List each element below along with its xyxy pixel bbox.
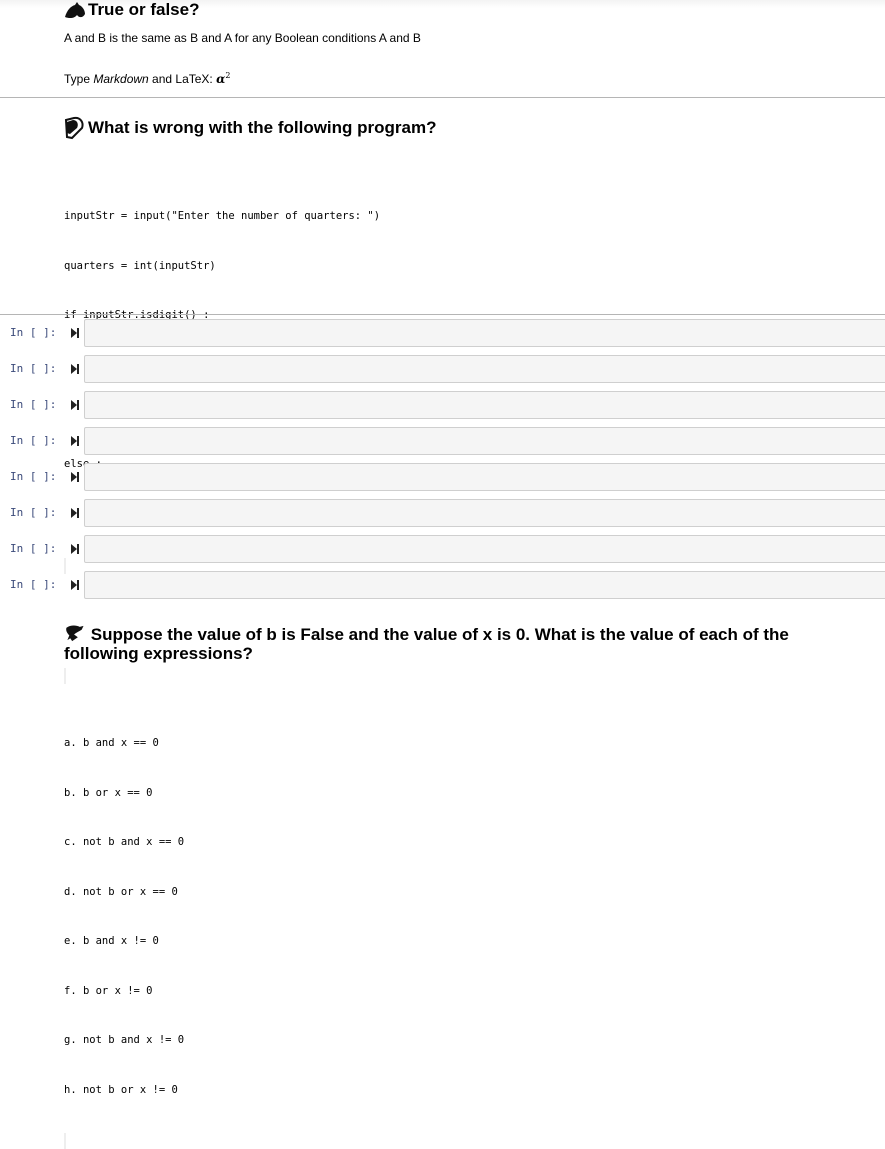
dragon-icon — [66, 625, 84, 642]
markdown-cell-expressions[interactable]: Suppose the value of b is False and the … — [64, 624, 854, 1149]
code-input[interactable] — [84, 391, 885, 419]
expression-item: f. b or x != 0 — [64, 984, 153, 997]
code-input[interactable] — [84, 463, 885, 491]
input-prompt: In [ ]: — [10, 326, 57, 339]
text-cursor — [64, 668, 66, 684]
run-cell-icon[interactable] — [70, 399, 80, 411]
code-input[interactable] — [84, 319, 885, 347]
code-input[interactable] — [84, 427, 885, 455]
input-prompt: In [ ]: — [10, 578, 57, 591]
statement-text: A and B is the same as B and A for any B… — [64, 31, 421, 45]
input-prompt: In [ ]: — [10, 434, 57, 447]
code-cell[interactable]: In [ ]: — [0, 391, 885, 419]
code-input[interactable] — [84, 571, 885, 599]
expressions-list: a. b and x == 0 b. b or x == 0 c. not b … — [64, 702, 854, 1131]
code-cell[interactable]: In [ ]: — [0, 427, 885, 455]
cell-separator — [0, 97, 885, 98]
expression-item: e. b and x != 0 — [64, 935, 159, 947]
run-cell-icon[interactable] — [70, 435, 80, 447]
input-prompt: In [ ]: — [10, 506, 57, 519]
code-input[interactable] — [84, 535, 885, 563]
heading-program-question: What is wrong with the following program… — [64, 116, 436, 140]
code-cell[interactable]: In [ ]: — [0, 319, 885, 347]
expression-item: a. b and x == 0 — [64, 737, 159, 749]
run-cell-icon[interactable] — [70, 579, 80, 591]
markdown-cell-true-false[interactable]: True or false? A and B is the same as B … — [64, 0, 421, 86]
input-prompt: In [ ]: — [10, 470, 57, 483]
heading-expressions-question: Suppose the value of b is False and the … — [64, 625, 789, 663]
math-alpha-squared: α2 — [216, 71, 231, 86]
expression-item: h. not b or x != 0 — [64, 1083, 178, 1096]
pen-nib-icon — [64, 116, 84, 140]
code-input[interactable] — [84, 355, 885, 383]
expression-item: d. not b or x == 0 — [64, 885, 178, 898]
input-prompt: In [ ]: — [10, 398, 57, 411]
code-cell[interactable]: In [ ]: — [0, 571, 885, 599]
expression-item: c. not b and x == 0 — [64, 836, 185, 848]
code-line: quarters = int(inputStr) — [64, 259, 216, 272]
bird-icon — [65, 2, 85, 19]
run-cell-icon[interactable] — [70, 543, 80, 555]
expression-item: b. b or x == 0 — [64, 786, 153, 799]
text-cursor — [64, 1133, 66, 1149]
code-cell[interactable]: In [ ]: — [0, 463, 885, 491]
code-cell[interactable]: In [ ]: — [0, 535, 885, 563]
code-cell[interactable]: In [ ]: — [0, 355, 885, 383]
latex-line: Type Markdown and LaTeX: α2 — [64, 71, 231, 86]
run-cell-icon[interactable] — [70, 363, 80, 375]
input-prompt: In [ ]: — [10, 362, 57, 375]
expression-item: g. not b and x != 0 — [64, 1034, 185, 1046]
run-cell-icon[interactable] — [70, 471, 80, 483]
cell-separator — [0, 314, 885, 315]
heading-true-false: True or false? — [64, 0, 421, 20]
code-line: inputStr = input("Enter the number of qu… — [64, 210, 381, 222]
run-cell-icon[interactable] — [70, 327, 80, 339]
code-input[interactable] — [84, 499, 885, 527]
run-cell-icon[interactable] — [70, 507, 80, 519]
code-cell[interactable]: In [ ]: — [0, 499, 885, 527]
input-prompt: In [ ]: — [10, 542, 57, 555]
